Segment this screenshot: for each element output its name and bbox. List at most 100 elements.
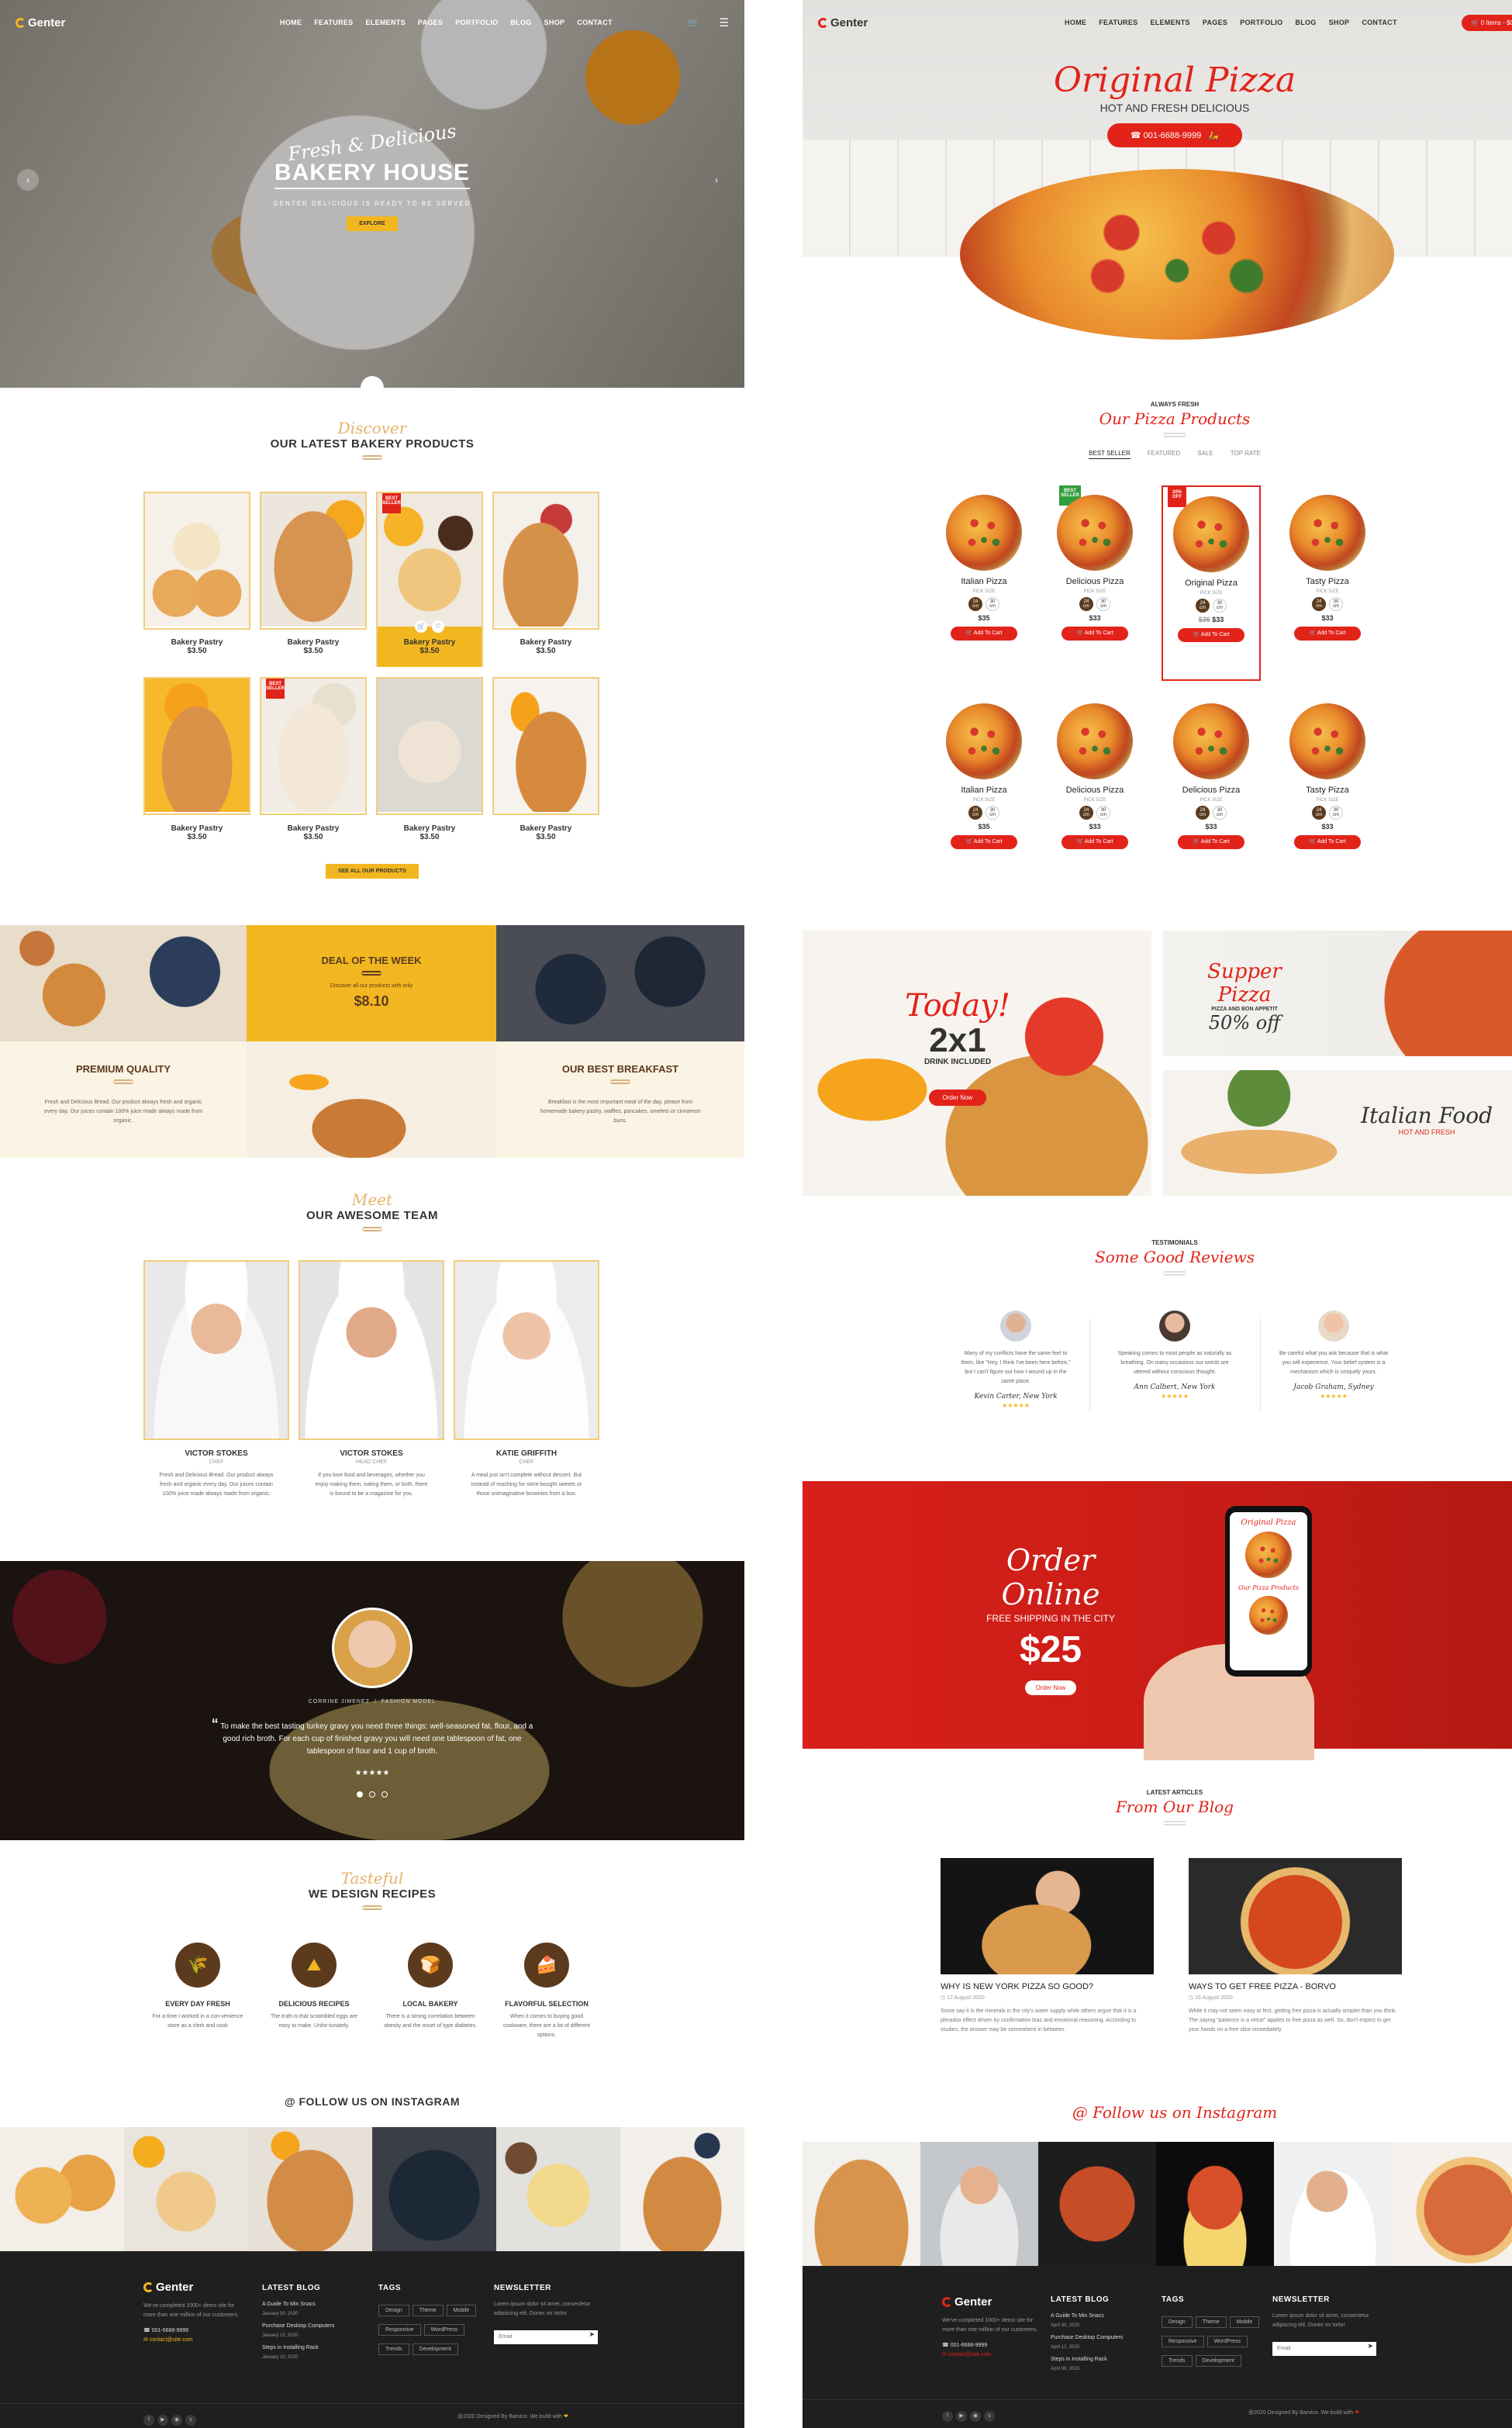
tag[interactable]: Mobile [446,2305,477,2316]
tab-top-rate[interactable]: TOP RATE [1231,450,1261,459]
menu-contact[interactable]: CONTACT [1362,19,1396,26]
instagram-photo[interactable] [620,2127,744,2251]
size-option[interactable]: 30 cm [1329,597,1343,611]
size-option[interactable]: 30 cm [1096,806,1110,820]
pizza-card[interactable]: Tasty Pizza PICK SIZE 24 cm 30 cm $33 🛒 A… [1278,485,1377,641]
hamburger-icon[interactable]: ☰ [719,16,729,29]
menu-home[interactable]: HOME [280,19,302,26]
product-card[interactable] [260,492,367,630]
footer-blog-item[interactable]: Purchase Desktop Computers [262,2322,363,2331]
footer-logo[interactable]: Genter [942,2295,1043,2309]
product-card[interactable] [143,492,250,630]
menu-shop[interactable]: SHOP [544,19,565,26]
facebook-icon[interactable]: f [942,2411,953,2422]
tag[interactable]: WordPress [423,2324,465,2336]
skype-icon[interactable]: s [984,2411,995,2422]
tag[interactable]: Trends [378,2343,409,2355]
tab-sale[interactable]: SALE [1197,450,1213,459]
menu-elements[interactable]: ELEMENTS [365,19,405,26]
footer-blog-item[interactable]: A Guide To Min Snacs [262,2300,363,2309]
cart-button[interactable]: 🛒 0 Items - $0.00 [1462,14,1512,31]
blog-post[interactable]: WAYS TO GET FREE PIZZA - BORVO ◷ 16 Augu… [1189,1858,1402,2035]
size-option[interactable]: 30 cm [1213,599,1227,613]
size-option[interactable]: 24 cm [968,597,982,611]
size-option[interactable]: 30 cm [1329,806,1343,820]
bakery-logo[interactable]: Genter [16,16,65,29]
promo-italian-food[interactable]: Italian Food HOT AND FRESH [1163,1070,1512,1196]
slider-dot[interactable] [356,1791,363,1798]
instagram-icon[interactable]: ◉ [171,2415,182,2426]
tag[interactable]: Trends [1162,2355,1193,2367]
add-to-cart-button[interactable]: 🛒 Add To Cart [1294,835,1361,849]
menu-portfolio[interactable]: PORTFOLIO [455,19,498,26]
size-option[interactable]: 24 cm [1312,597,1326,611]
see-all-products-button[interactable]: SEE ALL OUR PRODUCTS [326,864,419,879]
product-card[interactable] [492,492,599,630]
newsletter-email-input[interactable] [1272,2341,1376,2356]
phone-order-button[interactable]: ☎ 001-6688-9999 🛵 [1106,123,1243,147]
tag[interactable]: Development [1195,2355,1241,2367]
pizza-card[interactable]: BEST SELLER Delicious Pizza PICK SIZE 24… [1045,485,1144,641]
order-now-button[interactable]: Order Now [1024,1680,1077,1695]
size-option[interactable]: 24 cm [1079,597,1093,611]
product-cart-button[interactable]: 🛒 [415,620,427,633]
size-option[interactable]: 30 cm [986,597,999,611]
tab-featured[interactable]: FEATURED [1148,450,1181,459]
footer-email[interactable]: contact@site.com [948,2352,992,2357]
menu-features[interactable]: FEATURES [314,19,353,26]
tag[interactable]: Theme [412,2305,444,2316]
cart-icon[interactable]: 🛒 [687,17,699,28]
tag[interactable]: Design [1162,2316,1193,2328]
size-option[interactable]: 24 cm [968,806,982,820]
newsletter-email-input[interactable] [494,2330,598,2344]
youtube-icon[interactable]: ▶ [157,2415,168,2426]
product-card[interactable] [376,677,483,815]
send-icon[interactable]: ➤ [1367,2342,1373,2350]
add-to-cart-button[interactable]: 🛒 Add To Cart [951,627,1017,641]
instagram-photo[interactable] [1038,2142,1156,2266]
tag[interactable]: Responsive [1162,2336,1204,2347]
order-now-button[interactable]: Order Now [928,1090,987,1106]
tag[interactable]: Mobile [1229,2316,1260,2328]
menu-blog[interactable]: BLOG [510,19,531,26]
footer-blog-item[interactable]: Purchase Desktop Computers [1051,2333,1151,2343]
footer-blog-item[interactable]: Steps in Installing Rack [262,2343,363,2353]
product-card[interactable]: BEST SELLER [260,677,367,815]
product-card[interactable] [143,677,250,815]
promo-today-banner[interactable]: Today! 2x1 DRINK INCLUDED Order Now [803,931,1151,1196]
tag[interactable]: WordPress [1206,2336,1248,2347]
add-to-cart-button[interactable]: 🛒 Add To Cart [951,835,1017,849]
menu-pages[interactable]: PAGES [1203,19,1227,26]
footer-email[interactable]: contact@site.com [150,2337,193,2343]
menu-contact[interactable]: CONTACT [577,19,612,26]
instagram-photo[interactable] [920,2142,1038,2266]
instagram-photo[interactable] [803,2142,920,2266]
menu-portfolio[interactable]: PORTFOLIO [1240,19,1282,26]
pizza-card[interactable]: Delicious Pizza PICK SIZE 24 cm 30 cm $33… [1045,694,1144,849]
pizza-card[interactable]: Delicious Pizza PICK SIZE 24 cm 30 cm $33… [1162,694,1261,849]
menu-pages[interactable]: PAGES [418,19,443,26]
blog-post-title[interactable]: WAYS TO GET FREE PIZZA - BORVO [1189,1982,1402,1991]
tab-best-seller[interactable]: BEST SELLER [1089,450,1131,459]
add-to-cart-button[interactable]: 🛒 Add To Cart [1062,627,1128,641]
add-to-cart-button[interactable]: 🛒 Add To Cart [1294,627,1361,641]
facebook-icon[interactable]: f [143,2415,154,2426]
footer-logo[interactable]: Genter [143,2281,244,2294]
instagram-icon[interactable]: ◉ [970,2411,981,2422]
blog-post-title[interactable]: WHY IS NEW YORK PIZZA SO GOOD? [941,1982,1154,1991]
footer-blog-item[interactable]: Steps in Installing Rack [1051,2355,1151,2364]
instagram-photo[interactable] [0,2127,124,2251]
blog-post[interactable]: WHY IS NEW YORK PIZZA SO GOOD? ◷ 12 Augu… [941,1858,1154,2035]
pizza-card-highlighted[interactable]: 20% OFF Original Pizza PICK SIZE 24 cm 30… [1162,485,1261,681]
tag[interactable]: Theme [1195,2316,1227,2328]
add-to-cart-button[interactable]: 🛒 Add To Cart [1178,628,1244,642]
skype-icon[interactable]: s [185,2415,196,2426]
instagram-photo[interactable] [496,2127,620,2251]
tag[interactable]: Development [412,2343,458,2355]
size-option[interactable]: 30 cm [1096,597,1110,611]
size-option[interactable]: 24 cm [1196,599,1210,613]
instagram-photo[interactable] [372,2127,496,2251]
size-option[interactable]: 24 cm [1196,806,1210,820]
add-to-cart-button[interactable]: 🛒 Add To Cart [1062,835,1128,849]
menu-elements[interactable]: ELEMENTS [1150,19,1189,26]
